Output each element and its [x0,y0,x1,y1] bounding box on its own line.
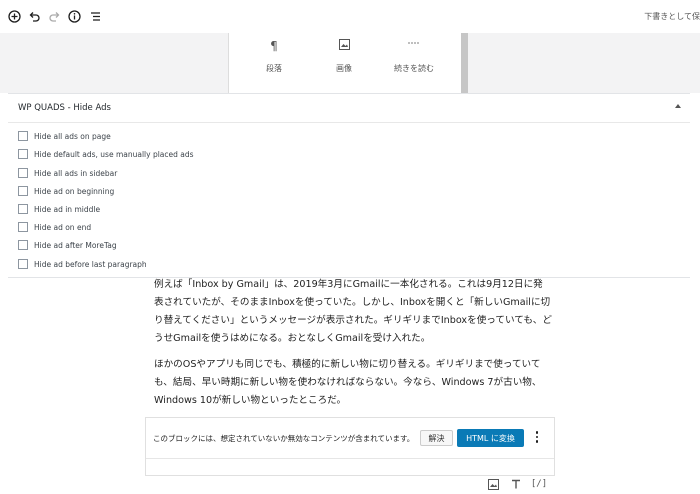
warning-message: このブロックには、想定されていないか無効なコンテンツが含まれています。 [153,434,415,443]
inserter-item-image[interactable]: 画像 [309,33,379,93]
editor-toolbar: 下書きとして保 [0,0,700,33]
paragraph-icon: ¶ [270,39,278,53]
hide-ads-option[interactable]: Hide ad after MoreTag [18,239,117,251]
hide-ads-option[interactable]: Hide default ads, use manually placed ad… [18,148,194,160]
hide-ads-option[interactable]: Hide ad in middle [18,203,100,215]
hide-ads-option[interactable]: Hide ad before last paragraph [18,258,147,270]
checkbox-label: Hide ad on end [34,222,92,232]
more-options-icon[interactable] [530,428,544,446]
checkbox-label: Hide default ads, use manually placed ad… [34,149,194,159]
inserter-item-more[interactable]: 続きを読む [379,33,449,93]
checkbox[interactable] [18,149,28,159]
checkbox-label: Hide all ads on page [34,131,111,141]
convert-to-html-button[interactable]: HTML に変換 [457,429,524,447]
list-outline-icon[interactable] [87,8,103,24]
heading-icon[interactable] [510,478,522,490]
invalid-block[interactable]: このブロックには、想定されていないか無効なコンテンツが含まれています。 解決 H… [145,417,555,476]
save-draft-label[interactable]: 下書きとして保 [644,11,700,22]
inserter-item-paragraph[interactable]: ¶ 段落 [239,33,309,93]
checkbox[interactable] [18,240,28,250]
redo-icon[interactable] [46,8,62,24]
metabox-title: WP QUADS - Hide Ads [18,103,111,113]
plus-circle-icon[interactable] [6,8,22,24]
hide-ads-option[interactable]: Hide ad on end [18,221,91,233]
divider [8,122,690,123]
resolve-button[interactable]: 解決 [420,430,453,446]
info-icon[interactable] [66,8,82,24]
image-icon [309,39,379,53]
hide-ads-option[interactable]: Hide ad on beginning [18,185,114,197]
wp-quads-metabox: WP QUADS - Hide Ads Hide all ads on page… [8,93,690,278]
checkbox-label: Hide ad on beginning [34,186,115,196]
inserter-scrollbar[interactable] [461,33,468,93]
shortcode-icon[interactable]: [/] [531,478,547,490]
checkbox-label: Hide ad in middle [34,204,101,214]
hide-ads-option[interactable]: Hide all ads in sidebar [18,167,117,179]
checkbox[interactable] [18,204,28,214]
checkbox-label: Hide ad after MoreTag [34,240,117,250]
more-icon [379,39,449,53]
image-icon[interactable] [487,478,499,490]
undo-icon[interactable] [26,8,42,24]
inserter-item-label: 段落 [266,64,282,73]
checkbox-label: Hide all ads in sidebar [34,168,118,178]
checkbox[interactable] [18,186,28,196]
checkbox[interactable] [18,259,28,269]
checkbox[interactable] [18,222,28,232]
inserter-item-label: 画像 [336,64,352,73]
inserter-item-label: 続きを読む [394,64,434,73]
paragraph-block[interactable]: 例えば「Inbox by Gmail」は、2019年3月にGmailに一本化され… [154,276,552,348]
block-warning: このブロックには、想定されていないか無効なコンテンツが含まれています。 解決 H… [146,418,554,459]
chevron-up-icon[interactable] [675,104,681,108]
checkbox-label: Hide ad before last paragraph [34,259,147,269]
checkbox[interactable] [18,131,28,141]
checkbox[interactable] [18,168,28,178]
block-inserter-popover: ¶ 段落 画像 続きを読む [228,33,462,93]
paragraph-block[interactable]: ほかのOSやアプリも同じでも、積極的に新しい物に切り替える。ギリギリまで使ってい… [154,356,552,410]
hide-ads-option[interactable]: Hide all ads on page [18,130,111,142]
